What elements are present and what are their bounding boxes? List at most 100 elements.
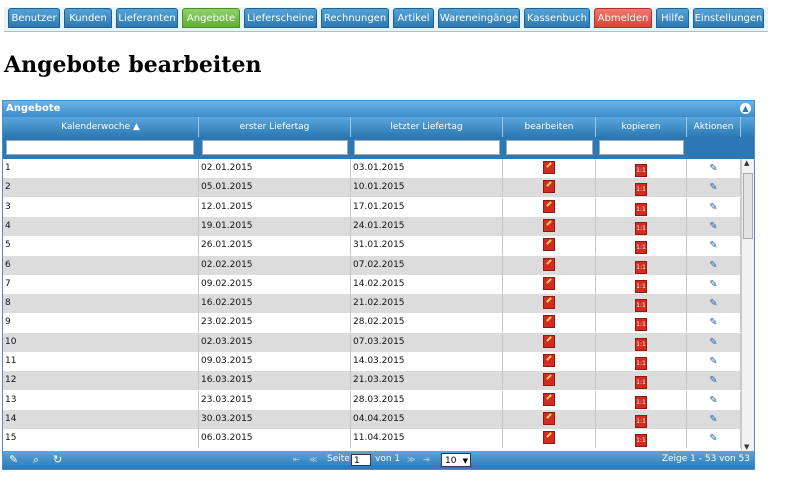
table-row[interactable]: 1 02.01.2015 03.01.2015 1:1 ✎	[3, 159, 741, 178]
cell-bearbeiten	[503, 216, 596, 236]
table-row[interactable]: 8 16.02.2015 21.02.2015 1:1 ✎	[3, 294, 741, 314]
tab-kunden[interactable]: Kunden	[64, 8, 112, 28]
column-header-erster-liefertag[interactable]: erster Liefertag	[199, 117, 351, 137]
pencil-icon[interactable]: ✎	[709, 236, 717, 255]
table-row[interactable]: 4 19.01.2015 24.01.2015 1:1 ✎	[3, 216, 741, 236]
edit-offer-icon[interactable]	[543, 296, 555, 310]
pencil-icon[interactable]: ✎	[709, 198, 717, 217]
column-header-kopieren[interactable]: kopieren	[596, 117, 687, 137]
edit-offer-icon[interactable]	[543, 276, 555, 290]
scroll-thumb[interactable]	[743, 173, 753, 239]
edit-offer-icon[interactable]	[543, 161, 555, 174]
tab-benutzer[interactable]: Benutzer	[8, 8, 60, 28]
edit-offer-icon[interactable]	[543, 411, 555, 425]
copy-offer-icon[interactable]: 1:1	[635, 434, 647, 448]
tab-artikel[interactable]: Artikel	[393, 8, 434, 28]
table-row[interactable]: 14 30.03.2015 04.04.2015 1:1 ✎	[3, 409, 741, 429]
tab-hilfe[interactable]: Hilfe	[656, 8, 689, 28]
pencil-icon[interactable]: ✎	[709, 410, 717, 429]
filter-input-erster-liefertag[interactable]	[202, 140, 348, 155]
pencil-icon[interactable]: ✎	[709, 217, 717, 236]
pencil-icon[interactable]: ✎	[709, 256, 717, 275]
filter-input-letzter-liefertag[interactable]	[354, 140, 500, 155]
filter-input-bearbeiten[interactable]	[506, 140, 593, 155]
edit-offer-icon[interactable]	[543, 180, 555, 194]
pencil-icon[interactable]: ✎	[709, 429, 717, 448]
column-header-bearbeiten[interactable]: bearbeiten	[503, 117, 596, 137]
collapse-icon[interactable]: ▲	[740, 103, 751, 114]
tab-einstellungen[interactable]: Einstellungen	[693, 8, 764, 28]
edit-icon[interactable]: ✎	[9, 453, 18, 466]
copy-offer-icon[interactable]: 1:1	[635, 395, 647, 409]
edit-offer-icon[interactable]	[543, 431, 555, 445]
copy-offer-icon[interactable]: 1:1	[635, 221, 647, 235]
first-page-icon[interactable]: ⇤	[293, 455, 300, 464]
tab-kassenbuch[interactable]: Kassenbuch	[524, 8, 590, 28]
pencil-icon[interactable]: ✎	[709, 313, 717, 332]
tab-abmelden[interactable]: Abmelden	[594, 8, 652, 28]
pencil-icon[interactable]: ✎	[709, 275, 717, 294]
edit-offer-icon[interactable]	[543, 334, 555, 348]
pencil-icon[interactable]: ✎	[709, 333, 717, 352]
filter-input-kalenderwoche[interactable]	[6, 140, 194, 155]
edit-offer-icon[interactable]	[543, 315, 555, 329]
copy-offer-icon[interactable]: 1:1	[635, 241, 647, 255]
pencil-icon[interactable]: ✎	[709, 159, 717, 178]
pencil-icon[interactable]: ✎	[709, 391, 717, 410]
cell-letzter-liefertag: 07.02.2015	[351, 255, 503, 275]
search-icon[interactable]: ⌕	[33, 453, 39, 467]
copy-offer-icon[interactable]: 1:1	[635, 164, 647, 177]
copy-offer-icon[interactable]: 1:1	[635, 376, 647, 390]
copy-offer-icon[interactable]: 1:1	[635, 337, 647, 351]
edit-offer-icon[interactable]	[543, 199, 555, 213]
table-row[interactable]: 10 02.03.2015 07.03.2015 1:1 ✎	[3, 332, 741, 352]
table-row[interactable]: 9 23.02.2015 28.02.2015 1:1 ✎	[3, 313, 741, 333]
copy-offer-icon[interactable]: 1:1	[635, 357, 647, 370]
last-page-icon[interactable]: ⇥	[423, 455, 430, 464]
copy-offer-icon[interactable]: 1:1	[635, 183, 647, 197]
table-row[interactable]: 15 06.03.2015 11.04.2015 1:1 ✎	[3, 429, 741, 449]
table-row[interactable]: 13 23.03.2015 28.03.2015 1:1 ✎	[3, 390, 741, 410]
column-header-letzter-liefertag[interactable]: letzter Liefertag	[351, 117, 503, 137]
prev-page-icon[interactable]: ≪	[309, 455, 317, 464]
next-page-icon[interactable]: ≫	[407, 455, 415, 464]
copy-offer-icon[interactable]: 1:1	[635, 318, 647, 332]
edit-offer-icon[interactable]	[543, 354, 555, 367]
pencil-icon[interactable]: ✎	[709, 294, 717, 313]
table-row[interactable]: 6 02.02.2015 07.02.2015 1:1 ✎	[3, 255, 741, 275]
table-row[interactable]: 7 09.02.2015 14.02.2015 1:1 ✎	[3, 274, 741, 294]
tab-lieferanten[interactable]: Lieferanten	[116, 8, 178, 28]
copy-offer-icon[interactable]: 1:1	[635, 279, 647, 293]
tab-lieferscheine[interactable]: Lieferscheine	[244, 8, 317, 28]
table-row[interactable]: 11 09.03.2015 14.03.2015 1:1 ✎	[3, 352, 741, 371]
table-row[interactable]: 12 16.03.2015 21.03.2015 1:1 ✎	[3, 371, 741, 391]
table-row[interactable]: 5 26.01.2015 31.01.2015 1:1 ✎	[3, 236, 741, 256]
table-row[interactable]: 2 05.01.2015 10.01.2015 1:1 ✎	[3, 178, 741, 198]
copy-offer-icon[interactable]: 1:1	[635, 414, 647, 428]
edit-offer-icon[interactable]	[543, 218, 555, 232]
pencil-icon[interactable]: ✎	[709, 371, 717, 390]
scroll-up-icon[interactable]: ▲	[744, 159, 749, 167]
column-header-aktionen[interactable]: Aktionen	[687, 117, 741, 137]
column-header-kalenderwoche[interactable]: Kalenderwoche ▲	[3, 117, 199, 137]
page-size-select[interactable]: 10 ▼	[441, 453, 471, 467]
table-row[interactable]: 3 12.01.2015 17.01.2015 1:1 ✎	[3, 197, 741, 217]
pencil-icon[interactable]: ✎	[709, 178, 717, 197]
tab-wareneingaenge[interactable]: Wareneingänge	[438, 8, 520, 28]
edit-offer-icon[interactable]	[543, 373, 555, 387]
edit-offer-icon[interactable]	[543, 392, 555, 406]
scroll-down-icon[interactable]: ▼	[744, 443, 749, 451]
copy-offer-icon[interactable]: 1:1	[635, 299, 647, 313]
edit-offer-icon[interactable]	[543, 238, 555, 252]
page-number-input[interactable]: 1	[351, 454, 371, 466]
tab-angebote[interactable]: Angebote	[182, 8, 240, 28]
tab-rechnungen[interactable]: Rechnungen	[321, 8, 389, 28]
refresh-icon[interactable]: ↻	[53, 453, 62, 466]
cell-letzter-liefertag: 03.01.2015	[351, 159, 503, 178]
copy-offer-icon[interactable]: 1:1	[635, 202, 647, 216]
filter-input-kopieren[interactable]	[599, 140, 684, 155]
pencil-icon[interactable]: ✎	[709, 352, 717, 371]
copy-offer-icon[interactable]: 1:1	[635, 260, 647, 274]
edit-offer-icon[interactable]	[543, 257, 555, 271]
vertical-scrollbar[interactable]: ▲ ▼	[741, 159, 754, 451]
